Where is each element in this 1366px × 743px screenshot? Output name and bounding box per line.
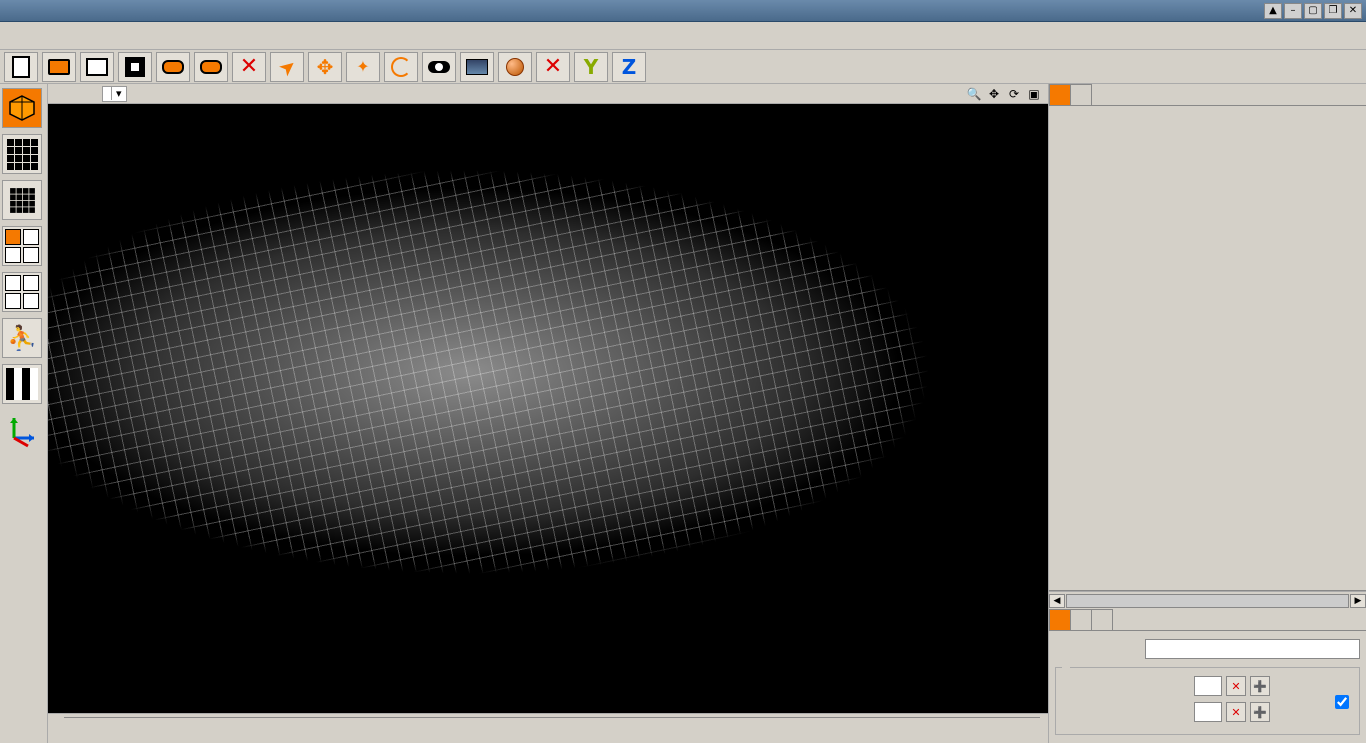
scale-icon: ✦ [356,57,369,76]
viewport-header: ▾ 🔍 ✥ ⟳ ▣ [48,84,1048,104]
main-toolbar: ✕ ➤ ✥ ✦ ✕ Y Z [0,50,1366,84]
new-file-button[interactable] [4,52,38,82]
tab-mouse-tool[interactable] [1091,609,1113,630]
x-axis-icon: ✕ [544,54,562,79]
timeline-ruler[interactable] [64,717,1040,741]
quad-white-button[interactable] [2,272,42,312]
timeline [48,713,1048,743]
solid-view-button[interactable] [2,88,42,128]
sync-checkbox-label[interactable] [1335,676,1353,728]
sync-checkbox[interactable] [1335,695,1349,709]
maximize-view-icon[interactable]: ▣ [1026,86,1042,102]
z-axis-button[interactable]: Z [612,52,646,82]
scroll-left-button[interactable]: ◀ [1049,594,1065,608]
redo-button[interactable] [194,52,228,82]
select-tool-button[interactable]: ➤ [270,52,304,82]
scale-tool-button[interactable]: ✦ [346,52,380,82]
property-tabs [1049,609,1366,631]
dense-wireframe-button[interactable] [2,180,42,220]
wireframe-view-button[interactable] [2,134,42,174]
undo-icon [162,60,184,74]
cursor-icon: ➤ [273,52,301,81]
wireframe-mesh [48,104,1048,713]
viewport-3d[interactable] [48,104,1048,713]
zoom-view-icon[interactable]: 🔍 [966,86,982,102]
delete-button[interactable]: ✕ [232,52,266,82]
quad-orange-button[interactable] [2,226,42,266]
rig-icon: ⛹ [7,324,37,352]
right-panel: ◀ ▶ ✕ ➕ [1048,84,1366,743]
checker-icon [6,368,38,400]
folder-icon [48,59,70,75]
move-icon: ✥ [317,55,334,79]
window-maximize-button[interactable]: ▢ [1304,3,1322,19]
scroll-track[interactable] [1066,594,1349,608]
rotate-view-icon[interactable]: ⟳ [1006,86,1022,102]
render-icon [466,59,488,75]
cube-icon [7,93,37,123]
y-axis-icon: Y [584,55,598,79]
tab-coordinates[interactable] [1070,609,1092,630]
right-tabs [1049,84,1366,106]
window-restore-button[interactable]: ❐ [1324,3,1342,19]
center-column: ▾ 🔍 ✥ ⟳ ▣ [48,84,1048,743]
object-name-input[interactable] [1145,639,1360,659]
quad-orange-icon [5,229,39,263]
axes-gizmo[interactable] [2,410,42,450]
save-as-button[interactable] [80,52,114,82]
rig-mode-button[interactable]: ⛹ [2,318,42,358]
sphere-icon [506,58,524,76]
window-titlebar: ▲ – ▢ ❐ ✕ [0,0,1366,22]
subdivision-preview-increase[interactable]: ➕ [1250,676,1270,696]
scene-tree[interactable] [1049,106,1366,591]
rotate-icon [391,57,411,77]
redo-icon [200,60,222,74]
window-close-button[interactable]: ✕ [1344,3,1362,19]
move-tool-button[interactable]: ✥ [308,52,342,82]
subdivision-render-increase[interactable]: ➕ [1250,702,1270,722]
subdivision-render-decrease[interactable]: ✕ [1226,702,1246,722]
axes-icon [4,412,40,448]
save-icon [125,57,145,77]
menu-bar [0,22,1366,50]
render-button[interactable] [460,52,494,82]
x-axis-button[interactable]: ✕ [536,52,570,82]
save-button[interactable] [118,52,152,82]
undo-button[interactable] [156,52,190,82]
file-icon [12,56,30,78]
subdivision-preview-decrease[interactable]: ✕ [1226,676,1246,696]
left-tool-column: ⛹ [0,84,48,743]
checker-button[interactable] [2,364,42,404]
y-axis-button[interactable]: Y [574,52,608,82]
chevron-down-icon: ▾ [111,87,122,100]
quad-white-icon [5,275,39,309]
pan-view-icon[interactable]: ✥ [986,86,1002,102]
open-file-button[interactable] [42,52,76,82]
tab-object-board[interactable] [1049,84,1071,105]
tree-horizontal-scrollbar[interactable]: ◀ ▶ [1049,591,1366,609]
eye-icon [428,61,450,73]
scroll-right-button[interactable]: ▶ [1350,594,1366,608]
subdivision-preview-input[interactable] [1194,676,1222,696]
save-as-icon [86,58,108,76]
rotate-tool-button[interactable] [384,52,418,82]
window-minimize-button[interactable]: – [1284,3,1302,19]
subdivision-render-input[interactable] [1194,702,1222,722]
delete-x-icon: ✕ [240,54,258,79]
eye-tool-button[interactable] [422,52,456,82]
sphere-button[interactable] [498,52,532,82]
dense-grid-icon [10,188,35,213]
subdivider-group: ✕ ➕ ✕ ➕ [1055,667,1360,735]
window-up-button[interactable]: ▲ [1264,3,1282,19]
wireframe-grid-icon [7,139,38,170]
property-panel: ✕ ➕ ✕ ➕ [1049,631,1366,743]
shading-dropdown[interactable]: ▾ [102,86,127,102]
tab-object[interactable] [1049,609,1071,630]
tab-material-board[interactable] [1070,84,1092,105]
z-axis-icon: Z [622,55,637,79]
